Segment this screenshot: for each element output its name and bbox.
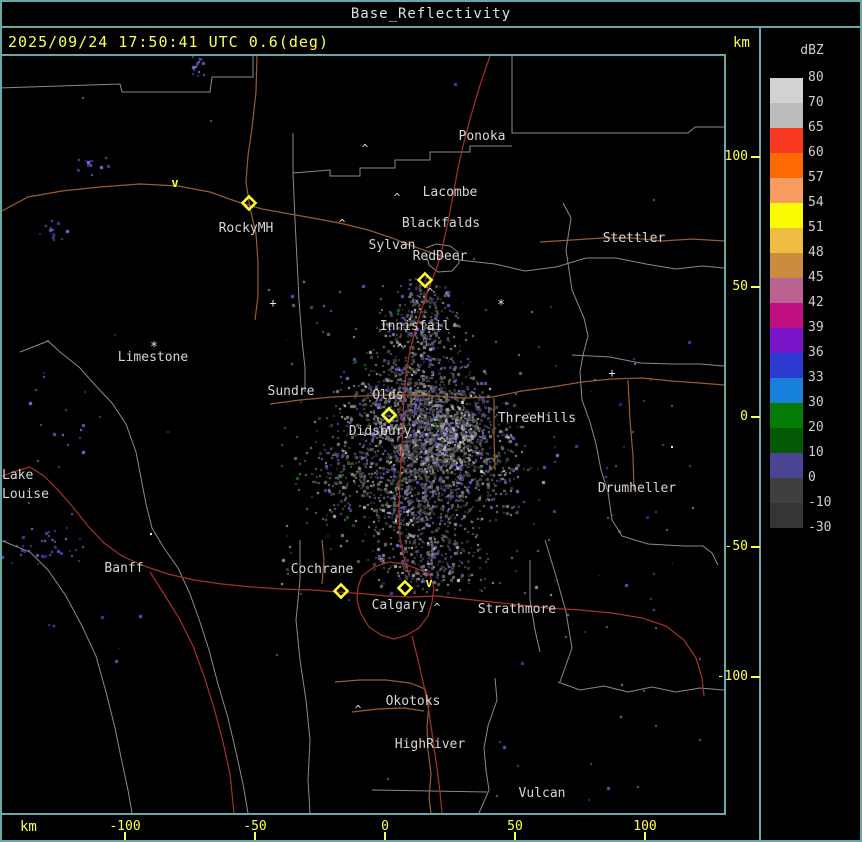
timestamp-label: 2025/09/24 17:50:41 UTC 0.6(deg) (8, 33, 329, 51)
colorbar-band (770, 503, 803, 528)
map-unit-label-top: km (733, 35, 750, 51)
colorbar-tick-label: 60 (808, 146, 854, 160)
colorbar-band (770, 78, 803, 103)
colorbar-band (770, 203, 803, 228)
x-axis-tick (384, 832, 386, 840)
colorbar-tick-label: 20 (808, 421, 854, 435)
colorbar-band (770, 103, 803, 128)
title-separator (0, 26, 862, 28)
colorbar-tick-label: 33 (808, 371, 854, 385)
axis-unit-label: km (20, 819, 37, 835)
colorbar-tick-label: -30 (808, 521, 854, 535)
colorbar-band (770, 253, 803, 278)
colorbar-band (770, 228, 803, 253)
colorbar-tick-label: 36 (808, 346, 854, 360)
colorbar-band (770, 328, 803, 353)
y-axis-tick (751, 156, 760, 158)
y-axis-tick-label: 100 (706, 149, 748, 164)
radar-window: Base_Reflectivity 2025/09/24 17:50:41 UT… (0, 0, 862, 842)
radar-echo-layer[interactable] (2, 56, 724, 813)
x-axis-tick (514, 832, 516, 840)
colorbar-band (770, 478, 803, 503)
colorbar-tick-label: 45 (808, 271, 854, 285)
colorbar-tick-label: 57 (808, 171, 854, 185)
window-title: Base_Reflectivity (351, 6, 511, 22)
colorbar-tick-label: 65 (808, 121, 854, 135)
y-axis-tick-label: 50 (706, 279, 748, 294)
colorbar-band (770, 403, 803, 428)
colorbar-band (770, 453, 803, 478)
colorbar-tick-label: 10 (808, 446, 854, 460)
y-axis-tick (751, 286, 760, 288)
colorbar-panel-divider (759, 28, 761, 842)
colorbar-band (770, 353, 803, 378)
y-axis-tick (751, 416, 760, 418)
colorbar-tick-label: 48 (808, 246, 854, 260)
colorbar-tick-label: 42 (808, 296, 854, 310)
colorbar-band (770, 428, 803, 453)
x-axis-tick (644, 832, 646, 840)
colorbar-tick-label: -10 (808, 496, 854, 510)
y-axis-tick-label: -100 (706, 669, 748, 684)
x-axis-tick (124, 832, 126, 840)
colorbar-band (770, 178, 803, 203)
y-axis-tick-label: 0 (706, 409, 748, 424)
colorbar-band (770, 303, 803, 328)
x-axis-tick (254, 832, 256, 840)
y-axis-tick (751, 676, 760, 678)
colorbar-tick-label: 51 (808, 221, 854, 235)
colorbar-band (770, 278, 803, 303)
title-bar: Base_Reflectivity (0, 2, 862, 26)
colorbar-title: dBZ (790, 43, 834, 58)
colorbar-tick-label: 30 (808, 396, 854, 410)
colorbar-tick-label: 80 (808, 71, 854, 85)
colorbar-band (770, 153, 803, 178)
y-axis-tick-label: -50 (706, 539, 748, 554)
colorbar-tick-label: 0 (808, 471, 854, 485)
colorbar-band (770, 378, 803, 403)
colorbar-tick-label: 70 (808, 96, 854, 110)
colorbar-tick-label: 39 (808, 321, 854, 335)
y-axis-tick (751, 546, 760, 548)
colorbar-band (770, 128, 803, 153)
colorbar-tick-label: 54 (808, 196, 854, 210)
